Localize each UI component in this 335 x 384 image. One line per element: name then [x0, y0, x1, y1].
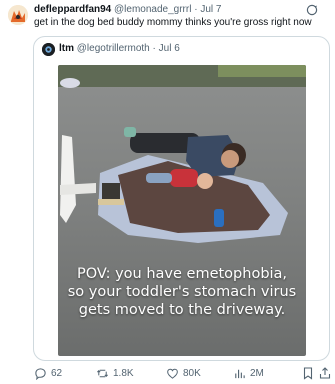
- share-icon[interactable]: [318, 366, 332, 380]
- like-button[interactable]: 80K: [166, 364, 201, 382]
- quoted-author-handle[interactable]: @legotrillermoth: [77, 43, 150, 54]
- quoted-tweet[interactable]: ltm @legotrillermoth · Jul 6 POV: you ha…: [33, 36, 330, 361]
- author-avatar[interactable]: [8, 5, 28, 25]
- heart-icon: [167, 368, 178, 379]
- quoted-video[interactable]: POV: you have emetophobia, so your toddl…: [58, 65, 306, 356]
- reply-count: 62: [51, 367, 63, 379]
- repost-arrows-icon: [97, 369, 108, 377]
- quoted-avatar-illustration: [42, 43, 55, 56]
- repost-button[interactable]: 1.8K: [96, 364, 134, 382]
- action-bar: 62 1.8K 80K 2M: [0, 364, 335, 382]
- quoted-separator: ·: [152, 43, 156, 54]
- views-button[interactable]: 2M: [233, 364, 264, 382]
- quoted-author-name[interactable]: ltm: [59, 43, 74, 54]
- tweet-header: defleppardfan94 @lemonade_grrrl · Jul 7: [34, 4, 221, 16]
- bar-chart-icon: [235, 369, 245, 378]
- video-caption: POV: you have emetophobia, so your toddl…: [58, 265, 306, 319]
- tweet-date[interactable]: Jul 7: [200, 4, 221, 15]
- author-handle[interactable]: @lemonade_grrrl: [114, 4, 191, 15]
- quoted-header: ltm @legotrillermoth · Jul 6: [59, 43, 180, 55]
- repost-circle-icon[interactable]: [306, 4, 318, 16]
- quoted-date[interactable]: Jul 6: [159, 43, 180, 54]
- bookmark-icon[interactable]: [301, 366, 315, 380]
- tweet-text: get in the dog bed buddy mommy thinks yo…: [34, 17, 312, 28]
- header-separator: ·: [194, 4, 198, 15]
- caption-line-3: gets moved to the driveway.: [78, 302, 286, 318]
- reply-button[interactable]: 62: [34, 364, 62, 382]
- quoted-author-avatar[interactable]: [42, 43, 55, 56]
- avatar-illustration: [8, 5, 28, 25]
- like-count: 80K: [183, 367, 201, 379]
- author-name[interactable]: defleppardfan94: [34, 4, 111, 15]
- caption-line-1: POV: you have emetophobia,: [76, 266, 288, 282]
- views-count: 2M: [250, 367, 264, 379]
- caption-line-2: so your toddler's stomach virus: [67, 284, 297, 300]
- speech-bubble-icon: [35, 367, 46, 380]
- repost-count: 1.8K: [113, 367, 134, 379]
